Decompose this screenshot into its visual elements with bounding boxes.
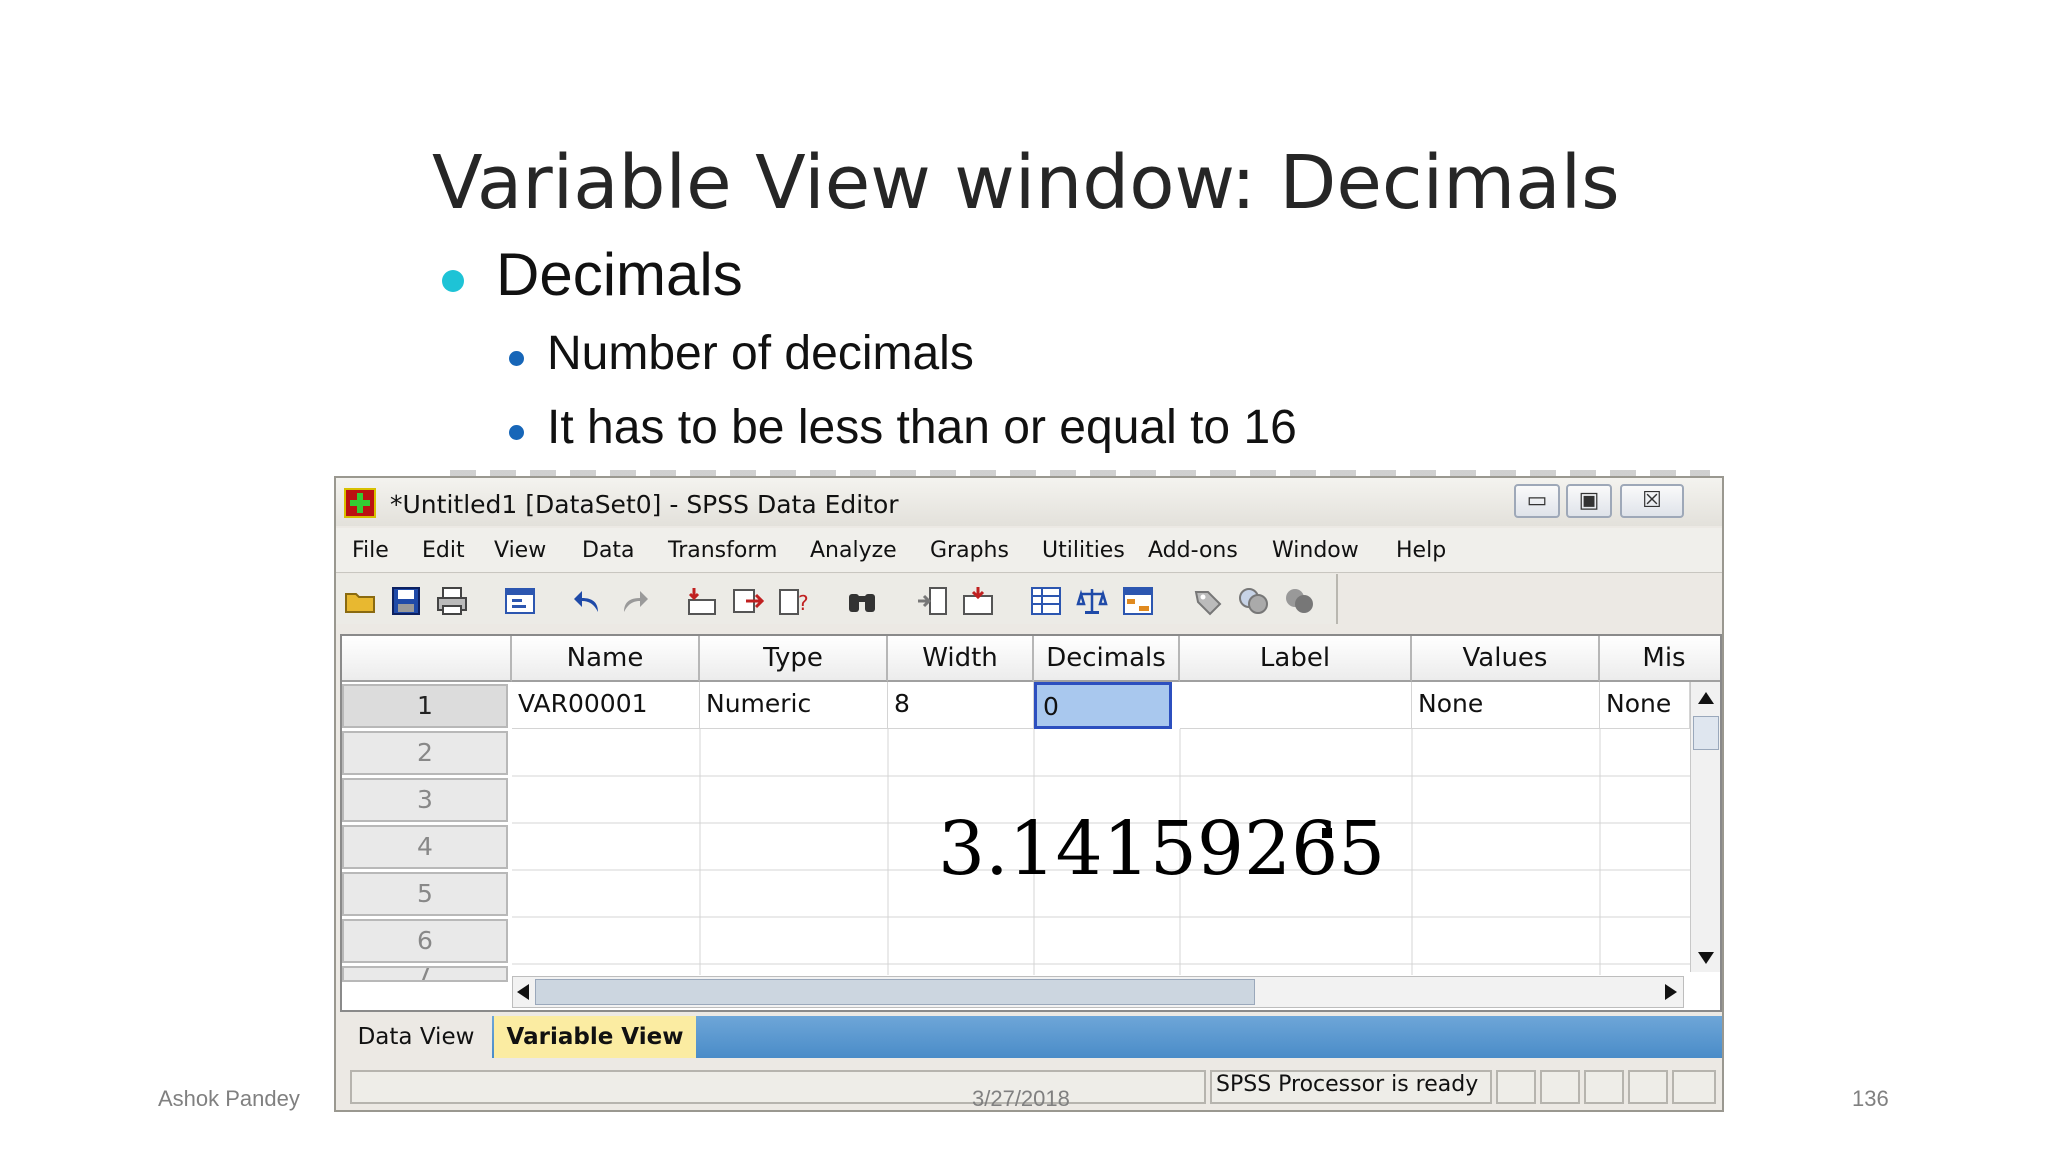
row-header-7[interactable]: 7	[342, 966, 508, 982]
sub-bullet-text: It has to be less than or equal to 16	[547, 401, 1297, 454]
bullet-dot-icon	[442, 270, 464, 292]
toolbar: ?	[336, 574, 1338, 624]
dialog-recall-icon[interactable]	[504, 586, 536, 616]
cell-width[interactable]: 8	[888, 682, 1034, 729]
menu-graphs[interactable]: Graphs	[930, 538, 1009, 563]
svg-text:?: ?	[798, 591, 809, 615]
vertical-scrollbar[interactable]	[1690, 682, 1720, 972]
footer-author: Ashok Pandey	[158, 1086, 300, 1111]
save-icon[interactable]	[390, 586, 422, 616]
title-bar[interactable]: *Untitled1 [DataSet0] - SPSS Data Editor…	[336, 478, 1722, 526]
maximize-button[interactable]: ▣	[1566, 484, 1612, 518]
scroll-right-icon[interactable]	[1665, 984, 1677, 1000]
insert-variable-icon[interactable]	[962, 586, 994, 616]
window-title: *Untitled1 [DataSet0] - SPSS Data Editor	[390, 490, 899, 519]
row-header-3[interactable]: 3	[342, 778, 508, 822]
row-header-5[interactable]: 5	[342, 872, 508, 916]
redo-icon[interactable]	[618, 586, 650, 616]
horizontal-scrollbar[interactable]	[512, 976, 1684, 1008]
column-header-name[interactable]: Name	[512, 636, 700, 682]
minimize-button[interactable]: ▭	[1514, 484, 1560, 518]
status-panel	[1584, 1070, 1624, 1104]
insert-cases-icon[interactable]	[916, 586, 948, 616]
use-sets-icon[interactable]	[1238, 586, 1270, 616]
status-panel	[1540, 1070, 1580, 1104]
footer-date: 3/27/2018	[972, 1086, 1070, 1111]
cell-label[interactable]	[1180, 682, 1412, 729]
column-header-missing[interactable]: Mis	[1600, 636, 1720, 682]
print-icon[interactable]	[436, 586, 468, 616]
column-header-values[interactable]: Values	[1412, 636, 1600, 682]
cell-missing[interactable]: None	[1600, 682, 1690, 729]
sub-bullet-text: Number of decimals	[547, 327, 974, 380]
vertical-scroll-thumb[interactable]	[1693, 716, 1719, 750]
column-header-width[interactable]: Width	[888, 636, 1034, 682]
column-header-decimals[interactable]: Decimals	[1034, 636, 1180, 682]
menu-view[interactable]: View	[494, 538, 546, 563]
menu-window[interactable]: Window	[1272, 538, 1359, 563]
menu-file[interactable]: File	[352, 538, 389, 563]
scroll-up-icon[interactable]	[1698, 692, 1714, 704]
row-header-4[interactable]: 4	[342, 825, 508, 869]
cell-values[interactable]: None	[1412, 682, 1600, 729]
status-panel-main	[350, 1070, 1206, 1104]
row-header-6[interactable]: 6	[342, 919, 508, 963]
bullet-text: Decimals	[496, 241, 743, 308]
open-folder-icon[interactable]	[344, 586, 376, 616]
column-header-label[interactable]: Label	[1180, 636, 1412, 682]
goto-variable-icon[interactable]	[732, 586, 764, 616]
cell-decimals[interactable]: 0	[1034, 682, 1172, 729]
find-icon[interactable]	[846, 586, 878, 616]
bullet-dot-icon	[509, 351, 524, 366]
menu-bar: File Edit View Data Transform Analyze Gr…	[336, 528, 1722, 573]
overlay-dot	[1322, 828, 1332, 838]
pi-overlay-text: 3.14159265	[938, 806, 1386, 892]
spss-window: *Untitled1 [DataSet0] - SPSS Data Editor…	[334, 476, 1724, 1112]
menu-edit[interactable]: Edit	[422, 538, 465, 563]
corner-header	[342, 636, 512, 682]
status-text: SPSS Processor is ready	[1216, 1072, 1479, 1097]
slide-title: Variable View window: Decimals	[432, 140, 1620, 226]
show-all-variables-icon[interactable]	[1284, 586, 1316, 616]
goto-case-icon[interactable]	[686, 586, 718, 616]
cell-type[interactable]: Numeric	[700, 682, 888, 729]
spss-app-icon	[344, 488, 376, 518]
undo-icon[interactable]	[572, 586, 604, 616]
close-button[interactable]: ☒	[1620, 484, 1684, 518]
weight-cases-icon[interactable]	[1076, 586, 1108, 616]
cell-name[interactable]: VAR00001	[512, 682, 700, 729]
scroll-left-icon[interactable]	[517, 984, 529, 1000]
status-panel	[1628, 1070, 1668, 1104]
view-tabs: Data View Variable View	[340, 1016, 1722, 1058]
scroll-down-icon[interactable]	[1698, 952, 1714, 964]
row-header-1[interactable]: 1	[342, 684, 508, 728]
variable-grid: Name Type Width Decimals Label Values Mi…	[340, 634, 1722, 1012]
row-header-2[interactable]: 2	[342, 731, 508, 775]
value-labels-icon[interactable]	[1192, 586, 1224, 616]
status-panel	[1496, 1070, 1536, 1104]
column-header-type[interactable]: Type	[700, 636, 888, 682]
menu-utilities[interactable]: Utilities	[1042, 538, 1125, 563]
tab-data-view[interactable]: Data View	[340, 1016, 492, 1058]
menu-transform[interactable]: Transform	[668, 538, 777, 563]
tab-variable-view[interactable]: Variable View	[494, 1016, 696, 1058]
status-panel	[1672, 1070, 1716, 1104]
menu-data[interactable]: Data	[582, 538, 635, 563]
split-file-icon[interactable]	[1030, 586, 1062, 616]
variables-icon[interactable]: ?	[778, 586, 810, 616]
horizontal-scroll-thumb[interactable]	[535, 979, 1255, 1005]
menu-add-ons[interactable]: Add-ons	[1148, 538, 1238, 563]
page-number: 136	[1852, 1086, 1889, 1111]
menu-help[interactable]: Help	[1396, 538, 1446, 563]
menu-analyze[interactable]: Analyze	[810, 538, 897, 563]
bullet-dot-icon	[509, 425, 524, 440]
select-cases-icon[interactable]	[1122, 586, 1154, 616]
